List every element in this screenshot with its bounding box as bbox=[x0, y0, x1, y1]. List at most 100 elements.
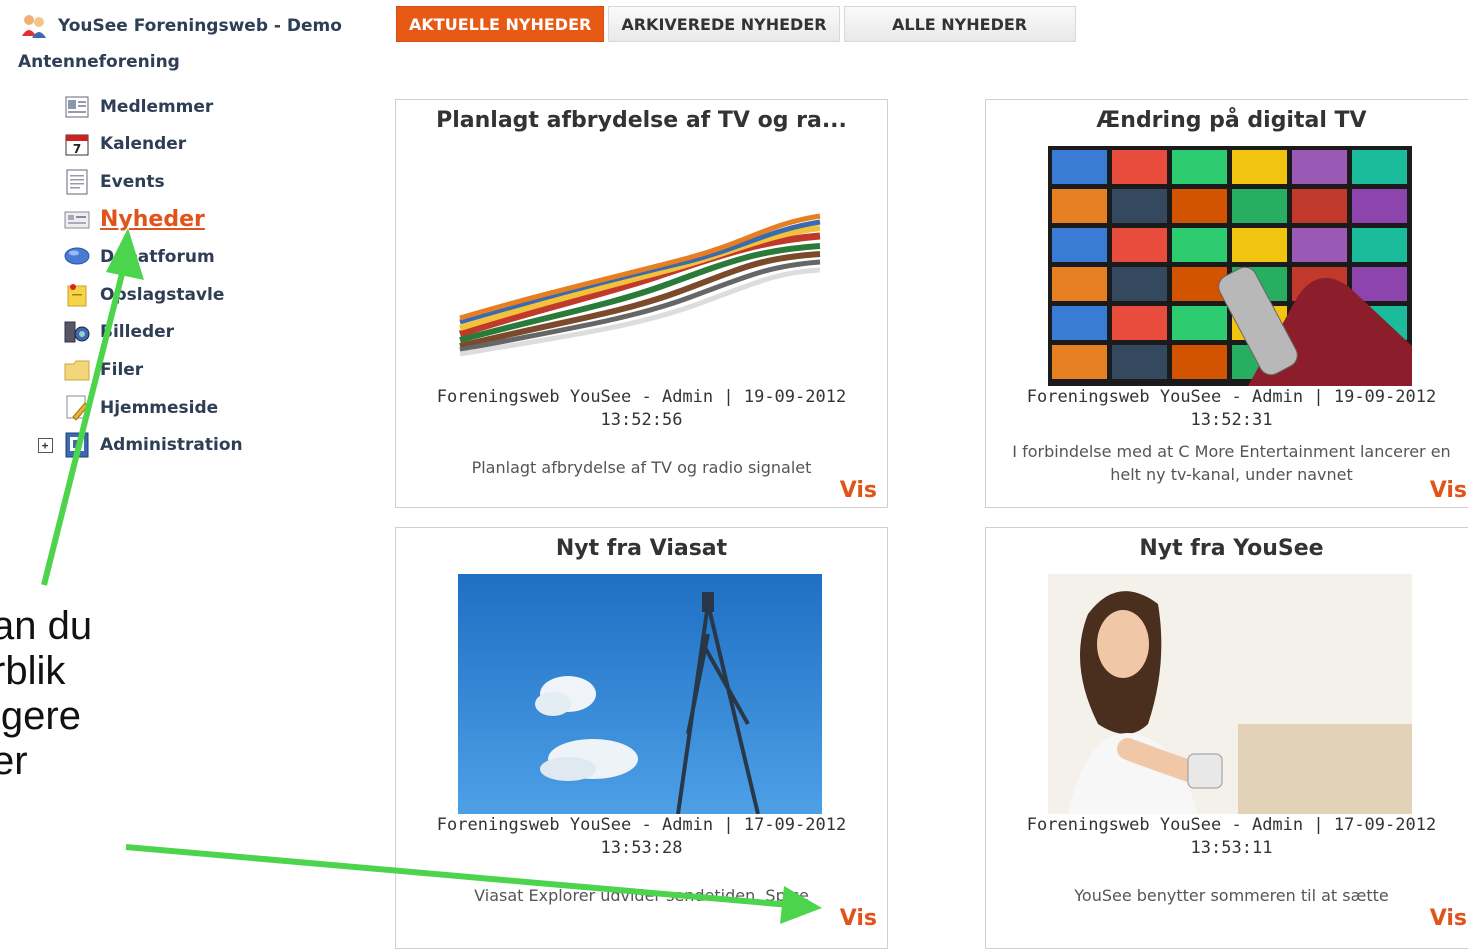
news-excerpt: Viasat Explorer udvider sendetiden. Spic… bbox=[474, 886, 809, 905]
news-author-date: Foreningsweb YouSee - Admin | 19-09-2012 bbox=[436, 387, 847, 407]
sidebar-item-events[interactable]: Events bbox=[36, 163, 366, 201]
app-title-text: YouSee Foreningsweb - Demo bbox=[58, 16, 342, 36]
tv-tile bbox=[1052, 345, 1107, 379]
tv-tile bbox=[1052, 306, 1107, 340]
tv-wall-image bbox=[1048, 146, 1412, 386]
sidebar-item-hjemmeside[interactable]: Hjemmeside bbox=[36, 389, 366, 427]
sidebar-item-billeder[interactable]: Billeder bbox=[36, 314, 366, 352]
sidebar-item-filer[interactable]: Filer bbox=[36, 351, 366, 389]
tv-tile bbox=[1172, 306, 1227, 340]
tv-tile bbox=[1112, 306, 1167, 340]
bulletin-icon bbox=[64, 282, 90, 308]
news-time: 13:52:31 bbox=[1190, 410, 1273, 430]
antenna-sky-image bbox=[458, 574, 822, 814]
tv-tile bbox=[1352, 228, 1407, 262]
sidebar-item-label: Kalender bbox=[100, 134, 187, 155]
tv-tile bbox=[1052, 267, 1107, 301]
plus-icon: + bbox=[37, 437, 53, 453]
members-icon bbox=[64, 94, 90, 120]
expand-toggle[interactable]: + bbox=[36, 437, 54, 453]
news-time: 13:53:11 bbox=[1190, 838, 1273, 858]
tv-tile bbox=[1292, 150, 1347, 184]
sidebar-item-label: Events bbox=[100, 171, 165, 192]
news-card: Planlagt afbrydelse af TV og ra... Foren… bbox=[395, 99, 888, 508]
tv-tile bbox=[1172, 345, 1227, 379]
sidebar-item-opslagstavle[interactable]: Opslagstavle bbox=[36, 276, 366, 314]
news-excerpt: Planlagt afbrydelse af TV og radio signa… bbox=[471, 458, 812, 477]
news-meta: Foreningsweb YouSee - Admin | 17-09-2012… bbox=[396, 814, 887, 860]
news-title[interactable]: Planlagt afbrydelse af TV og ra... bbox=[396, 108, 887, 133]
sidebar-item-label: Opslagstavle bbox=[100, 284, 225, 305]
calendar-icon: 7 bbox=[64, 131, 90, 157]
annotation-text: an du rblik igere er bbox=[0, 604, 92, 784]
news-title[interactable]: Nyt fra YouSee bbox=[986, 536, 1468, 561]
admin-icon bbox=[64, 432, 90, 458]
tv-tile bbox=[1112, 267, 1167, 301]
sidebar-item-label: Nyheder bbox=[100, 207, 205, 233]
vis-link[interactable]: Vis bbox=[840, 906, 877, 931]
svg-text:7: 7 bbox=[73, 142, 81, 156]
tv-tile bbox=[1172, 228, 1227, 262]
annotation-line: igere bbox=[0, 694, 81, 738]
organization-label: Antenneforening bbox=[18, 52, 180, 72]
tab-alle-nyheder[interactable]: ALLE NYHEDER bbox=[843, 6, 1076, 42]
news-author-date: Foreningsweb YouSee - Admin | 17-09-2012 bbox=[436, 815, 847, 835]
tv-tile bbox=[1232, 228, 1287, 262]
news-title[interactable]: Ændring på digital TV bbox=[986, 108, 1468, 133]
sidebar-item-label: Administration bbox=[100, 435, 243, 456]
tv-tile bbox=[1172, 150, 1227, 184]
news-meta: Foreningsweb YouSee - Admin | 19-09-2012… bbox=[396, 386, 887, 432]
tv-tile bbox=[1112, 150, 1167, 184]
news-card: Ændring på digital TV Foreningsweb YouSe… bbox=[985, 99, 1468, 508]
sidebar-item-label: Billeder bbox=[100, 322, 175, 343]
tv-tile bbox=[1112, 189, 1167, 223]
news-tabs: AKTUELLE NYHEDER ARKIVEREDE NYHEDER ALLE… bbox=[396, 6, 1076, 42]
vis-link[interactable]: Vis bbox=[840, 478, 877, 503]
tv-tile bbox=[1112, 228, 1167, 262]
news-time: 13:53:28 bbox=[600, 838, 683, 858]
sidebar-item-nyheder[interactable]: Nyheder bbox=[36, 201, 366, 239]
annotation-line: er bbox=[0, 739, 28, 783]
tv-tile bbox=[1052, 189, 1107, 223]
tv-tile bbox=[1352, 267, 1407, 301]
tv-tile bbox=[1292, 228, 1347, 262]
annotation-line: rblik bbox=[0, 649, 66, 693]
news-title[interactable]: Nyt fra Viasat bbox=[396, 536, 887, 561]
tv-tile bbox=[1352, 189, 1407, 223]
pictures-icon bbox=[64, 319, 90, 345]
app-title[interactable]: YouSee Foreningsweb - Demo bbox=[20, 12, 342, 40]
woman-remote-image bbox=[1048, 574, 1412, 814]
sidebar-item-debatforum[interactable]: Debatforum bbox=[36, 238, 366, 276]
people-logo-icon bbox=[22, 15, 46, 38]
sidebar-item-administration[interactable]: + Administration bbox=[36, 426, 366, 464]
tv-tile bbox=[1172, 189, 1227, 223]
sidebar-item-label: Hjemmeside bbox=[100, 397, 219, 418]
sidebar-item-label: Medlemmer bbox=[100, 96, 214, 117]
homepage-icon bbox=[64, 395, 90, 421]
annotation-line: an du bbox=[0, 604, 93, 648]
tv-tile bbox=[1292, 189, 1347, 223]
news-excerpt: I forbindelse med at C More Entertainmen… bbox=[1012, 442, 1451, 484]
tv-tile bbox=[1232, 150, 1287, 184]
sidebar-nav: Medlemmer 7 Kalender Events Nyheder Deba… bbox=[36, 88, 366, 464]
tab-aktuelle-nyheder[interactable]: AKTUELLE NYHEDER bbox=[396, 6, 605, 42]
news-card: Nyt fra Viasat Foreningsweb YouSee - Adm… bbox=[395, 527, 888, 949]
tv-tile bbox=[1052, 150, 1107, 184]
news-author-date: Foreningsweb YouSee - Admin | 17-09-2012 bbox=[1026, 815, 1437, 835]
tab-arkiverede-nyheder[interactable]: ARKIVEREDE NYHEDER bbox=[608, 6, 840, 42]
news-time: 13:52:56 bbox=[600, 410, 683, 430]
sidebar-item-medlemmer[interactable]: Medlemmer bbox=[36, 88, 366, 126]
tv-tile bbox=[1052, 228, 1107, 262]
news-card: Nyt fra YouSee Foreningsweb YouSee - Adm… bbox=[985, 527, 1468, 949]
events-icon bbox=[64, 169, 90, 195]
tv-tile bbox=[1232, 189, 1287, 223]
sidebar-item-label: Filer bbox=[100, 359, 144, 380]
news-excerpt: YouSee benytter sommeren til at sætte bbox=[1074, 886, 1389, 905]
cables-image bbox=[458, 213, 821, 357]
vis-link[interactable]: Vis bbox=[1430, 906, 1467, 931]
tv-tile bbox=[1112, 345, 1167, 379]
files-icon bbox=[64, 357, 90, 383]
vis-link[interactable]: Vis bbox=[1430, 478, 1467, 503]
sidebar-item-kalender[interactable]: 7 Kalender bbox=[36, 126, 366, 164]
forum-icon bbox=[64, 244, 90, 270]
